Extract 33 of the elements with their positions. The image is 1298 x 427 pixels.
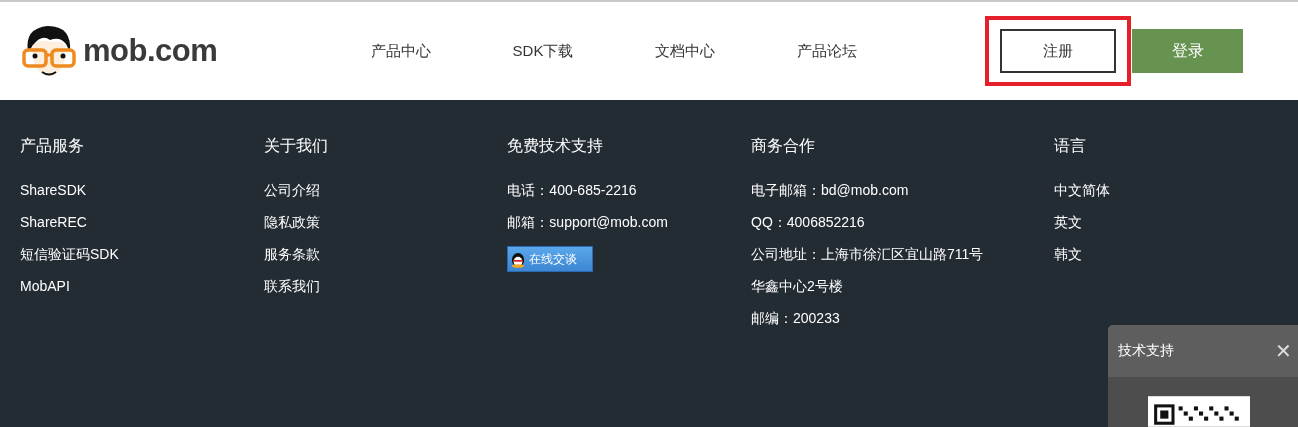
footer-link[interactable]: 联系我们: [263, 278, 320, 310]
panel-title: 技术支持: [1118, 342, 1174, 360]
register-button[interactable]: 注册: [1000, 29, 1116, 73]
footer-link[interactable]: 隐私政策: [263, 214, 320, 246]
login-button[interactable]: 登录: [1132, 29, 1243, 73]
footer-link[interactable]: ShareSDK: [20, 182, 87, 214]
contact-text: 电子邮箱：bd@mob.com: [751, 182, 909, 200]
contact-text: QQ：4006852216: [751, 214, 865, 232]
column-heading: 语言: [1054, 136, 1087, 156]
nav-link[interactable]: 产品中心: [330, 41, 472, 61]
nav-link[interactable]: SDK下载: [472, 41, 614, 61]
contact-text: 邮编：200233: [751, 310, 840, 328]
contact-text: 公司地址：上海市徐汇区宜山路711号: [751, 246, 984, 264]
column-heading: 商务合作: [751, 136, 815, 156]
nav-link[interactable]: 产品论坛: [756, 41, 898, 61]
nav-link[interactable]: 文档中心: [614, 41, 756, 61]
column-heading: 免费技术支持: [507, 136, 604, 156]
footer-link[interactable]: 韩文: [1054, 246, 1083, 278]
contact-text: 华鑫中心2号楼: [751, 278, 843, 296]
contact-text: 电话：400-685-2216: [507, 182, 637, 200]
column-heading: 产品服务: [20, 136, 84, 156]
footer-link[interactable]: 短信验证码SDK: [20, 246, 119, 278]
logo-text: mob.com: [83, 33, 218, 69]
column-heading: 关于我们: [263, 136, 328, 156]
footer-link[interactable]: 英文: [1054, 214, 1083, 246]
contact-text: 邮箱：support@mob.com: [507, 214, 668, 232]
footer-link[interactable]: 公司介绍: [263, 182, 320, 214]
close-button[interactable]: ✕: [1269, 339, 1298, 363]
footer-link[interactable]: MobAPI: [20, 278, 70, 310]
footer-link[interactable]: 中文简体: [1054, 182, 1111, 214]
footer-link[interactable]: ShareREC: [20, 214, 87, 246]
penguin-icon: [511, 250, 526, 268]
footer-link[interactable]: 服务条款: [263, 246, 320, 278]
